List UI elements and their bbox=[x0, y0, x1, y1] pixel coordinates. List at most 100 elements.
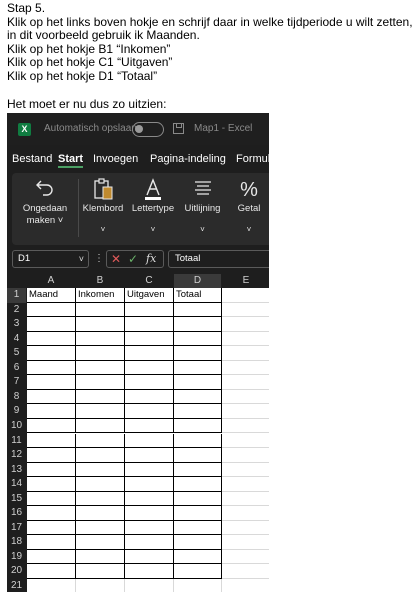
column-header-a[interactable]: A bbox=[27, 274, 75, 288]
row-header[interactable]: 6 bbox=[7, 360, 26, 376]
row-header[interactable]: 19 bbox=[7, 549, 26, 565]
table-cell[interactable] bbox=[27, 346, 76, 361]
table-cell[interactable] bbox=[76, 448, 125, 463]
check-icon[interactable]: ✓ bbox=[128, 251, 138, 267]
row-header[interactable]: 1 bbox=[7, 288, 26, 303]
row-header[interactable]: 14 bbox=[7, 477, 26, 492]
table-cell[interactable] bbox=[76, 433, 125, 449]
row-header[interactable]: 10 bbox=[7, 418, 26, 434]
table-cell[interactable] bbox=[76, 564, 125, 579]
header-cell[interactable]: Uitgaven bbox=[125, 288, 174, 303]
header-cell[interactable]: Inkomen bbox=[76, 288, 125, 303]
table-cell[interactable] bbox=[27, 564, 76, 579]
table-cell[interactable] bbox=[174, 375, 222, 390]
table-cell[interactable] bbox=[27, 535, 76, 550]
table-cell[interactable] bbox=[76, 302, 125, 318]
table-cell[interactable] bbox=[125, 389, 174, 405]
table-cell[interactable] bbox=[222, 361, 269, 376]
table-cell[interactable] bbox=[174, 331, 222, 347]
table-cell[interactable] bbox=[174, 346, 222, 361]
tab-start[interactable]: Start bbox=[58, 153, 84, 168]
table-cell[interactable] bbox=[125, 535, 174, 550]
table-cell[interactable] bbox=[222, 317, 269, 332]
table-cell[interactable] bbox=[76, 317, 125, 332]
number-button[interactable]: % Getal ˅ bbox=[229, 173, 269, 245]
table-cell[interactable] bbox=[222, 419, 269, 434]
table-cell[interactable] bbox=[174, 520, 222, 536]
table-cell[interactable] bbox=[125, 360, 174, 376]
table-cell[interactable] bbox=[125, 462, 174, 478]
table-cell[interactable] bbox=[222, 579, 269, 592]
table-cell[interactable] bbox=[27, 462, 76, 478]
table-cell[interactable] bbox=[174, 389, 222, 405]
table-cell[interactable] bbox=[174, 564, 222, 579]
column-header-b[interactable]: B bbox=[76, 274, 124, 288]
table-cell[interactable] bbox=[76, 418, 125, 434]
row-header[interactable]: 4 bbox=[7, 331, 26, 347]
table-cell[interactable] bbox=[222, 463, 269, 478]
row-header[interactable]: 5 bbox=[7, 346, 26, 361]
tab-formules[interactable]: Formul bbox=[236, 153, 269, 165]
table-cell[interactable] bbox=[27, 579, 76, 592]
table-cell[interactable] bbox=[222, 346, 269, 361]
table-cell[interactable] bbox=[174, 433, 222, 449]
more-icon[interactable]: ⋮ bbox=[94, 253, 104, 265]
table-cell[interactable] bbox=[174, 491, 222, 507]
table-cell[interactable] bbox=[27, 433, 76, 449]
table-cell[interactable] bbox=[174, 317, 222, 332]
table-cell[interactable] bbox=[125, 404, 174, 419]
row-header[interactable]: 18 bbox=[7, 535, 26, 550]
table-cell[interactable] bbox=[27, 317, 76, 332]
table-cell[interactable] bbox=[174, 477, 222, 492]
table-cell[interactable] bbox=[125, 418, 174, 434]
table-cell[interactable] bbox=[174, 448, 222, 463]
row-header[interactable]: 15 bbox=[7, 491, 26, 507]
table-cell[interactable] bbox=[222, 550, 269, 565]
table-cell[interactable] bbox=[125, 579, 174, 592]
table-cell[interactable] bbox=[125, 302, 174, 318]
header-cell[interactable]: Totaal bbox=[174, 288, 222, 303]
table-cell[interactable] bbox=[76, 535, 125, 550]
tab-pagina-indeling[interactable]: Pagina-indeling bbox=[150, 153, 226, 165]
table-cell[interactable] bbox=[76, 491, 125, 507]
table-cell[interactable] bbox=[125, 346, 174, 361]
table-cell[interactable] bbox=[125, 375, 174, 390]
save-icon[interactable] bbox=[173, 123, 184, 134]
row-header[interactable]: 2 bbox=[7, 302, 26, 318]
table-cell[interactable] bbox=[174, 360, 222, 376]
table-cell[interactable] bbox=[76, 506, 125, 521]
table-cell[interactable] bbox=[27, 360, 76, 376]
table-cell[interactable] bbox=[222, 521, 269, 536]
row-header[interactable]: 13 bbox=[7, 462, 26, 478]
font-button[interactable]: Lettertype ˅ bbox=[129, 173, 177, 245]
table-cell[interactable] bbox=[27, 491, 76, 507]
table-cell[interactable] bbox=[174, 535, 222, 550]
table-cell[interactable] bbox=[76, 579, 125, 592]
table-cell[interactable] bbox=[76, 331, 125, 347]
table-cell[interactable] bbox=[76, 462, 125, 478]
table-cell[interactable] bbox=[27, 549, 76, 565]
table-cell[interactable] bbox=[76, 389, 125, 405]
row-header[interactable]: 9 bbox=[7, 404, 26, 419]
table-cell[interactable] bbox=[174, 579, 222, 592]
table-cell[interactable] bbox=[222, 375, 269, 390]
table-cell[interactable] bbox=[222, 332, 269, 347]
table-cell[interactable] bbox=[222, 506, 269, 521]
table-cell[interactable] bbox=[125, 317, 174, 332]
column-header-c[interactable]: C bbox=[125, 274, 173, 288]
row-header[interactable]: 20 bbox=[7, 564, 26, 579]
table-cell[interactable] bbox=[222, 448, 269, 463]
table-cell[interactable] bbox=[222, 492, 269, 507]
table-cell[interactable] bbox=[174, 418, 222, 434]
table-cell[interactable] bbox=[76, 404, 125, 419]
table-cell[interactable] bbox=[125, 433, 174, 449]
table-cell[interactable] bbox=[76, 346, 125, 361]
table-cell[interactable] bbox=[27, 506, 76, 521]
autosave-toggle[interactable] bbox=[132, 122, 164, 137]
table-cell[interactable] bbox=[125, 331, 174, 347]
row-header[interactable]: 21 bbox=[7, 579, 26, 592]
column-header-e[interactable]: E bbox=[222, 274, 269, 288]
table-cell[interactable] bbox=[174, 506, 222, 521]
row-header[interactable]: 12 bbox=[7, 448, 26, 463]
table-cell[interactable] bbox=[27, 448, 76, 463]
